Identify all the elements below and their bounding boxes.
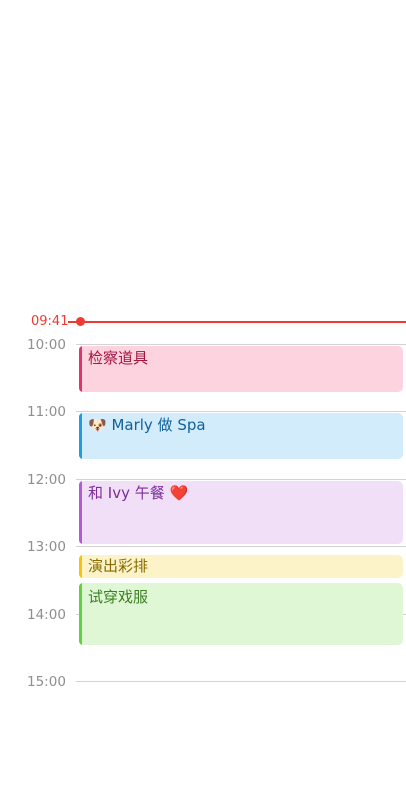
current-time-dot bbox=[76, 317, 85, 326]
event-block[interactable]: 演出彩排 bbox=[79, 555, 403, 578]
hour-line-13 bbox=[76, 546, 406, 547]
current-time-line bbox=[68, 321, 406, 323]
event-block[interactable]: 检察道具 bbox=[79, 346, 403, 392]
event-color-bar bbox=[79, 555, 82, 578]
event-color-bar bbox=[79, 583, 82, 645]
event-title: 检察道具 bbox=[88, 349, 149, 367]
hour-label-11: 11:00 bbox=[27, 404, 66, 420]
event-color-bar bbox=[79, 346, 82, 392]
event-block[interactable]: 试穿戏服 bbox=[79, 583, 403, 645]
event-block[interactable]: 🐶 Marly 做 Spa bbox=[79, 413, 403, 459]
event-title: 试穿戏服 bbox=[88, 588, 149, 606]
event-title: 🐶 Marly 做 Spa bbox=[88, 416, 206, 434]
hour-label-14: 14:00 bbox=[27, 607, 66, 623]
hour-line-11 bbox=[76, 411, 406, 412]
hour-line-10 bbox=[76, 344, 406, 345]
event-block[interactable]: 和 Ivy 午餐 ❤️ bbox=[79, 481, 403, 544]
current-time-label: 09:41 bbox=[31, 314, 69, 329]
event-title: 演出彩排 bbox=[88, 557, 149, 575]
hour-label-10: 10:00 bbox=[27, 337, 66, 353]
event-color-bar bbox=[79, 413, 82, 459]
hour-line-12 bbox=[76, 479, 406, 480]
event-title: 和 Ivy 午餐 ❤️ bbox=[88, 484, 189, 502]
hour-label-12: 12:00 bbox=[27, 472, 66, 488]
hour-label-15: 15:00 bbox=[27, 674, 66, 690]
hour-label-13: 13:00 bbox=[27, 539, 66, 555]
hour-line-15 bbox=[76, 681, 406, 682]
event-color-bar bbox=[79, 481, 82, 544]
